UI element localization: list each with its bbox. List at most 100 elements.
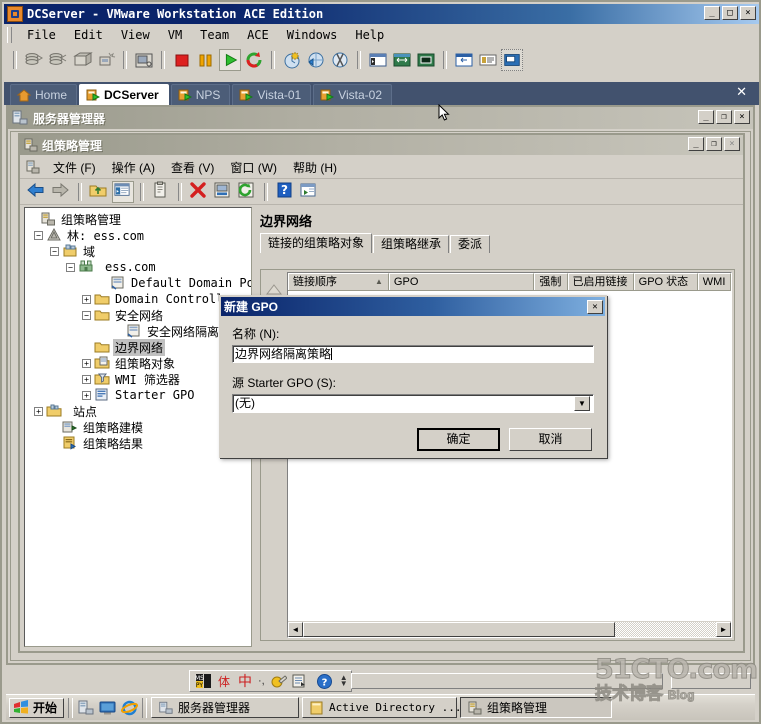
- expander-icon[interactable]: −: [34, 230, 43, 240]
- tree-item-secure-network-isolation-policy[interactable]: 安全网络隔离策略: [28, 323, 251, 339]
- horizontal-scrollbar[interactable]: ◄ ►: [288, 621, 731, 637]
- ime-pad-icon[interactable]: [291, 673, 308, 690]
- tree-item-gp-results[interactable]: 组策略结果: [28, 435, 251, 451]
- manage-snapshots-icon[interactable]: [71, 49, 93, 71]
- expander-icon[interactable]: +: [82, 358, 91, 368]
- language-bar[interactable]: MS PY 体 中 ·, ? ▲ ▼: [189, 670, 352, 692]
- menu-team[interactable]: Team: [191, 26, 238, 44]
- scroll-left-button[interactable]: ◄: [288, 621, 303, 637]
- refresh-icon[interactable]: [236, 181, 258, 203]
- expander-icon[interactable]: +: [34, 406, 43, 416]
- power-off-icon[interactable]: [171, 49, 193, 71]
- ok-button[interactable]: 确定: [417, 428, 500, 451]
- cancel-button[interactable]: 取消: [509, 428, 592, 451]
- team-icon[interactable]: [305, 49, 327, 71]
- forward-arrow-icon[interactable]: [50, 181, 72, 203]
- suspend-icon[interactable]: [195, 49, 217, 71]
- scrollbar-thumb[interactable]: [303, 621, 615, 637]
- ime-help-icon[interactable]: ?: [316, 673, 333, 690]
- tree-item-domains[interactable]: − 域: [28, 243, 251, 259]
- fit-guest-icon[interactable]: [391, 49, 413, 71]
- gpm-menu-file[interactable]: 文件 (F): [45, 157, 104, 178]
- close-button[interactable]: ×: [734, 110, 750, 124]
- close-tab-icon[interactable]: ✕: [736, 86, 747, 99]
- taskbar-button-group-policy-management[interactable]: 组策略管理: [460, 697, 613, 718]
- tree-item-secure-network[interactable]: − 安全网络: [28, 307, 251, 323]
- restore-button[interactable]: ❐: [716, 110, 732, 124]
- tree-item-gp-modeling[interactable]: 组策略建模: [28, 419, 251, 435]
- revert-snapshot-icon[interactable]: [47, 49, 69, 71]
- full-screen-icon[interactable]: [415, 49, 437, 71]
- ime-input-method-icon[interactable]: 体: [216, 673, 233, 690]
- column-link-order[interactable]: 链接顺序 ▲: [288, 273, 389, 290]
- minimize-button[interactable]: _: [698, 110, 714, 124]
- maximize-button[interactable]: □: [722, 6, 738, 20]
- dialog-close-button[interactable]: ✕: [587, 299, 603, 314]
- tree-item-gpo-objects[interactable]: + 组策略对象: [28, 355, 251, 371]
- column-link-enabled[interactable]: 已启用链接: [567, 273, 634, 290]
- expander-icon[interactable]: +: [82, 294, 91, 304]
- up-folder-icon[interactable]: [88, 181, 110, 203]
- scroll-right-button[interactable]: ►: [716, 621, 731, 637]
- summary-view-icon[interactable]: [477, 49, 499, 71]
- menu-edit[interactable]: Edit: [65, 26, 112, 44]
- column-wmi[interactable]: WMI: [697, 273, 731, 290]
- chevron-down-icon[interactable]: ▼: [574, 396, 590, 411]
- server-manager-icon[interactable]: [77, 700, 94, 716]
- tab-delegation[interactable]: 委派: [450, 235, 491, 253]
- vm-tab-dcserver[interactable]: DCServer: [79, 84, 169, 105]
- expander-icon[interactable]: −: [66, 262, 75, 272]
- gpm-menu-action[interactable]: 操作 (A): [104, 157, 163, 178]
- expander-icon[interactable]: +: [82, 390, 91, 400]
- reset-icon[interactable]: [243, 49, 265, 71]
- menu-view[interactable]: View: [112, 26, 159, 44]
- ime-punctuation-mode[interactable]: ·,: [258, 675, 265, 687]
- vm-tab-home[interactable]: Home: [10, 84, 78, 105]
- expander-icon[interactable]: −: [50, 246, 59, 256]
- tree-item-sites[interactable]: + 站点: [28, 403, 251, 419]
- tab-gpo-inheritance[interactable]: 组策略继承: [373, 235, 450, 253]
- help-icon[interactable]: ?: [274, 181, 296, 203]
- settings-icon[interactable]: [329, 49, 351, 71]
- tree-item-domain-ess[interactable]: − ess.com: [28, 259, 251, 275]
- menu-windows[interactable]: Windows: [278, 26, 347, 44]
- minimize-button[interactable]: _: [688, 137, 704, 151]
- tree-item-wmi-filters[interactable]: + WMI 筛选器: [28, 371, 251, 387]
- internet-explorer-icon[interactable]: [121, 700, 139, 716]
- taskbar-button-active-directory[interactable]: Active Directory ...: [302, 697, 461, 718]
- start-button[interactable]: 开始: [9, 697, 65, 718]
- expander-icon[interactable]: −: [82, 310, 91, 320]
- gpm-menu-help[interactable]: 帮助 (H): [285, 157, 345, 178]
- minimize-button[interactable]: _: [704, 6, 720, 20]
- ime-mspy-icon[interactable]: MS PY: [195, 673, 212, 690]
- ime-mode-indicator[interactable]: 中: [238, 671, 252, 691]
- back-arrow-icon[interactable]: [26, 181, 48, 203]
- name-input[interactable]: 边界网络隔离策略: [232, 345, 594, 363]
- menu-ace[interactable]: ACE: [238, 26, 278, 44]
- tree-item-domain-controllers[interactable]: + Domain Controllers: [28, 291, 251, 307]
- gpm-tree-pane[interactable]: 组策略管理 − 林: ess.com − 域 − ess.com Default…: [24, 207, 252, 647]
- clone-icon[interactable]: [95, 49, 117, 71]
- close-button[interactable]: ×: [740, 6, 756, 20]
- scrollbar-trough[interactable]: [615, 621, 716, 637]
- tree-item-starter-gpo[interactable]: + Starter GPO: [28, 387, 251, 403]
- column-enforced[interactable]: 强制: [534, 273, 568, 290]
- source-starter-gpo-select[interactable]: (无) ▼: [232, 394, 594, 413]
- report-icon[interactable]: [212, 181, 234, 203]
- menu-help[interactable]: Help: [346, 26, 393, 44]
- taskbar-button-server-manager[interactable]: 服务器管理器: [151, 697, 300, 718]
- show-tree-icon[interactable]: [112, 180, 134, 203]
- column-gpo-status[interactable]: GPO 状态: [633, 273, 698, 290]
- gpm-menu-view[interactable]: 查看 (V): [163, 157, 222, 178]
- capture-screen-icon[interactable]: [133, 49, 155, 71]
- show-desktop-icon[interactable]: [99, 700, 116, 716]
- new-window-icon[interactable]: [298, 181, 320, 203]
- menu-file[interactable]: File: [18, 26, 65, 44]
- power-on-icon[interactable]: [219, 49, 241, 71]
- menu-grip[interactable]: [7, 27, 12, 43]
- console-view-icon[interactable]: [501, 49, 523, 71]
- gpm-menu-window[interactable]: 窗口 (W): [222, 157, 285, 178]
- vm-tab-vista-01[interactable]: Vista-01: [232, 84, 312, 105]
- quick-switch-icon[interactable]: [453, 49, 475, 71]
- show-sidebar-icon[interactable]: [367, 49, 389, 71]
